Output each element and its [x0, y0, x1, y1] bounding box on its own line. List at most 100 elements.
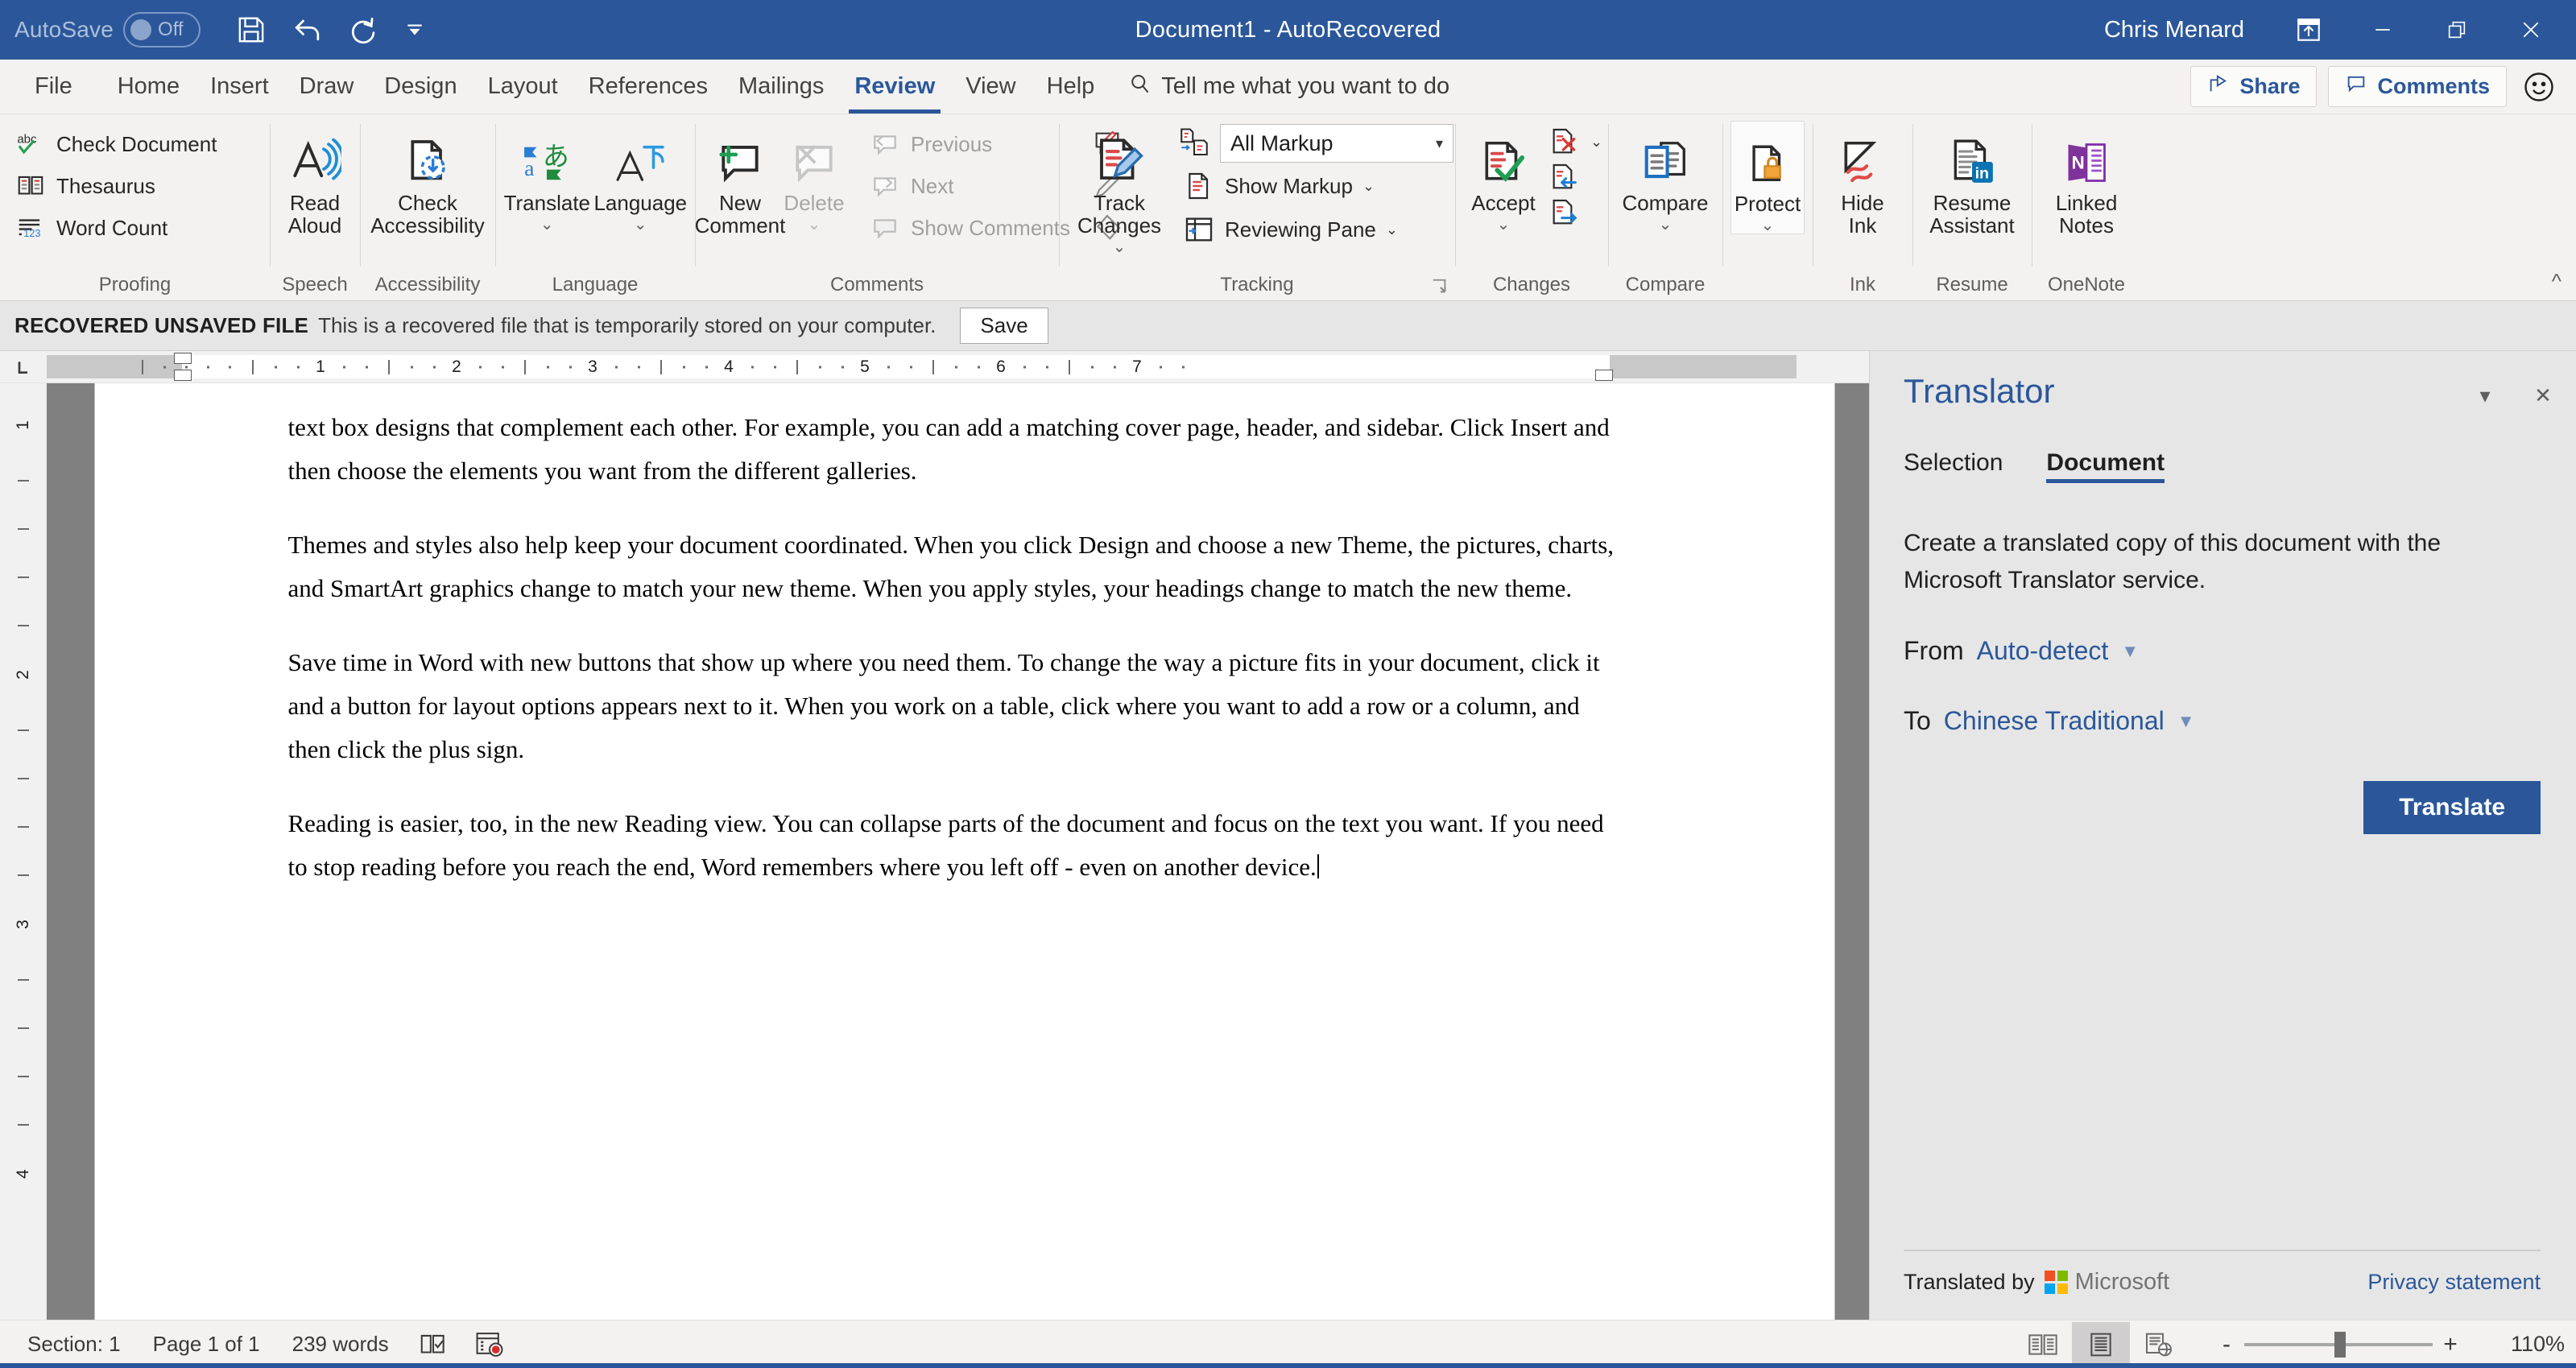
restore-icon[interactable] — [2420, 0, 2494, 60]
zoom-level[interactable]: 110% — [2487, 1332, 2565, 1357]
account-user-name[interactable]: Chris Menard — [2104, 17, 2244, 43]
minimize-icon[interactable] — [2346, 0, 2420, 60]
tab-design[interactable]: Design — [369, 60, 472, 114]
previous-change-button[interactable] — [1545, 159, 1606, 195]
tab-references[interactable]: References — [573, 60, 723, 114]
tab-mailings[interactable]: Mailings — [723, 60, 839, 114]
paragraph-2[interactable]: Themes and styles also help keep your do… — [288, 523, 1627, 610]
first-line-indent-marker[interactable] — [174, 353, 192, 364]
comments-button[interactable]: Comments — [2328, 66, 2507, 107]
chevron-down-icon[interactable]: ⌄ — [1113, 239, 1127, 255]
paragraph-4[interactable]: Reading is easier, too, in the new Readi… — [288, 802, 1627, 889]
reviewing-pane-button[interactable]: Reviewing Pane ⌄ — [1176, 209, 1453, 250]
accept-button[interactable]: Accept ⌄ — [1463, 121, 1544, 233]
ribbon-display-options-icon[interactable] — [2272, 0, 2346, 60]
chevron-down-icon[interactable]: ⌄ — [1497, 217, 1511, 233]
chevron-down-icon[interactable]: ⌄ — [1590, 134, 1602, 151]
document-canvas[interactable]: text box designs that complement each ot… — [47, 383, 1869, 1320]
right-indent-marker[interactable] — [1595, 370, 1613, 381]
tab-view[interactable]: View — [950, 60, 1031, 114]
translator-pane-tabs: Selection Document — [1870, 411, 2576, 483]
paragraph-3[interactable]: Save time in Word with new buttons that … — [288, 641, 1627, 771]
tell-me-search[interactable]: Tell me what you want to do — [1127, 60, 1449, 114]
chevron-down-icon[interactable]: ⌄ — [634, 217, 647, 233]
track-changes-button[interactable]: Track Changes ⌄ — [1067, 121, 1172, 255]
ruler-track[interactable]: 1 2 3 4 5 6 7 — [47, 353, 1797, 381]
protect-button[interactable]: Protect ⌄ — [1730, 121, 1805, 234]
status-page[interactable]: Page 1 of 1 — [137, 1332, 276, 1357]
ruler-tick — [569, 366, 572, 368]
share-button[interactable]: Share — [2190, 66, 2318, 107]
close-icon[interactable] — [2494, 0, 2568, 60]
chevron-down-icon[interactable]: ⌄ — [540, 217, 554, 233]
left-tab-stop-icon[interactable] — [0, 351, 47, 382]
translator-tab-document[interactable]: Document — [2046, 449, 2165, 483]
page-content[interactable]: text box designs that complement each ot… — [95, 383, 1834, 889]
status-section[interactable]: Section: 1 — [11, 1332, 137, 1357]
translate-button[interactable]: Translate — [2363, 781, 2541, 834]
autosave-switch[interactable]: Off — [123, 12, 201, 48]
show-comments-button: Show Comments — [862, 208, 1077, 248]
check-document-button[interactable]: abc Check Document — [8, 124, 223, 164]
tab-review[interactable]: Review — [839, 60, 950, 114]
language-button[interactable]: Language ⌄ — [593, 121, 687, 233]
hanging-indent-marker[interactable] — [174, 370, 192, 381]
new-comment-button[interactable]: New Comment — [695, 121, 785, 238]
reject-change-button[interactable]: ⌄ — [1545, 124, 1606, 159]
resume-assistant-button[interactable]: in Resume Assistant — [1921, 121, 2023, 238]
tab-home[interactable]: Home — [102, 60, 195, 114]
thesaurus-button[interactable]: Thesaurus — [8, 166, 223, 206]
recovered-save-button[interactable]: Save — [960, 308, 1048, 344]
translator-tab-selection[interactable]: Selection — [1904, 449, 2003, 483]
linked-notes-button[interactable]: N Linked Notes — [2048, 121, 2126, 238]
next-change-button[interactable] — [1545, 195, 1606, 230]
tab-layout[interactable]: Layout — [473, 60, 573, 114]
chevron-down-icon[interactable]: ▼ — [2177, 711, 2195, 732]
check-accessibility-button[interactable]: Check Accessibility — [368, 121, 487, 238]
translate-button[interactable]: a あ Translate ⌄ — [503, 121, 591, 233]
hide-ink-button[interactable]: Hide Ink — [1826, 121, 1900, 238]
customize-quick-access-toolbar-icon[interactable] — [392, 5, 437, 55]
save-icon[interactable] — [223, 5, 279, 55]
chevron-down-icon[interactable]: ⌄ — [1386, 221, 1398, 238]
read-mode-icon[interactable] — [2014, 1322, 2072, 1367]
smiley-face-icon[interactable] — [2518, 66, 2560, 108]
tab-draw[interactable]: Draw — [284, 60, 370, 114]
proofing-status-icon[interactable] — [405, 1332, 461, 1358]
undo-icon[interactable] — [279, 5, 336, 55]
ruler-tick — [502, 366, 504, 368]
chevron-down-icon[interactable]: ⌄ — [1659, 217, 1673, 233]
document-page[interactable]: text box designs that complement each ot… — [94, 383, 1834, 1320]
display-for-review-combo[interactable]: All Markup ▾ — [1176, 124, 1453, 163]
chevron-down-icon[interactable]: ▼ — [2121, 641, 2139, 662]
word-count-button[interactable]: 123 Word Count — [8, 208, 223, 248]
paragraph-1[interactable]: text box designs that complement each ot… — [288, 406, 1627, 493]
chevron-down-icon[interactable]: ⌄ — [1362, 178, 1375, 195]
pane-close-icon[interactable]: ✕ — [2531, 383, 2555, 408]
autosave-toggle[interactable]: AutoSave Off — [14, 12, 201, 48]
show-markup-button[interactable]: Show Markup ⌄ — [1176, 166, 1453, 206]
tab-help[interactable]: Help — [1032, 60, 1110, 114]
chevron-down-icon[interactable]: ⌄ — [1761, 217, 1775, 234]
status-word-count[interactable]: 239 words — [276, 1332, 405, 1357]
translator-from-value[interactable]: Auto-detect — [1977, 636, 2109, 666]
display-for-review-select[interactable]: All Markup ▾ — [1220, 124, 1453, 163]
collapse-ribbon-caret-icon[interactable]: ^ — [2552, 269, 2562, 294]
pane-options-caret-icon[interactable]: ▾ — [2473, 383, 2497, 408]
zoom-control[interactable]: - + — [2209, 1331, 2468, 1358]
translator-to-value[interactable]: Chinese Traditional — [1944, 706, 2165, 736]
tab-file[interactable]: File — [19, 60, 88, 114]
read-aloud-button[interactable]: Read Aloud — [278, 121, 352, 238]
zoom-slider[interactable] — [2244, 1331, 2433, 1358]
tab-insert[interactable]: Insert — [195, 60, 284, 114]
compare-button[interactable]: Compare ⌄ — [1616, 121, 1714, 233]
redo-icon[interactable] — [336, 5, 392, 55]
privacy-statement-link[interactable]: Privacy statement — [2367, 1270, 2541, 1295]
tracking-dialog-launcher-icon[interactable] — [1431, 278, 1449, 296]
web-layout-icon[interactable] — [2130, 1322, 2188, 1367]
print-layout-icon[interactable] — [2072, 1321, 2130, 1367]
zoom-slider-thumb[interactable] — [2334, 1331, 2346, 1358]
zoom-out-button[interactable]: - — [2209, 1331, 2244, 1358]
record-macro-icon[interactable] — [461, 1331, 518, 1358]
zoom-in-button[interactable]: + — [2433, 1331, 2468, 1358]
